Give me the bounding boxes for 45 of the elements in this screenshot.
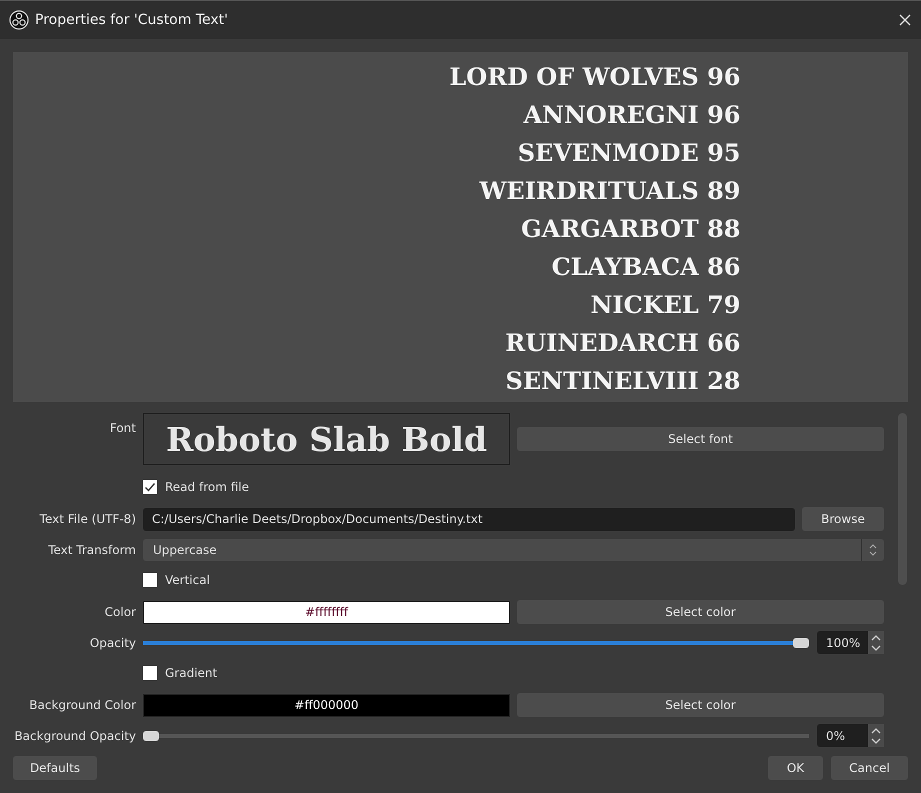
- window-title: Properties for 'Custom Text': [35, 12, 228, 28]
- preview-line: CLAYBACA 86: [552, 251, 740, 283]
- field-label: Background Color: [29, 698, 136, 712]
- checkbox-label: Read from file: [165, 480, 249, 494]
- dropdown[interactable]: Uppercase: [143, 538, 884, 560]
- preview-line: WEIRDRITUALS 89: [479, 175, 740, 207]
- checkbox[interactable]: [143, 666, 157, 680]
- preview-line: RUINEDARCH 66: [505, 327, 740, 359]
- increment-icon[interactable]: [870, 726, 882, 736]
- field-label: Background Opacity: [14, 728, 136, 742]
- preview-line: GARGARBOT 88: [521, 213, 740, 245]
- preview-line: LORD OF WOLVES 96: [449, 61, 740, 93]
- increment-icon[interactable]: [870, 632, 882, 642]
- browse-button[interactable]: Browse: [802, 507, 884, 531]
- percent-spinbox[interactable]: 100%: [817, 631, 884, 654]
- slider-handle[interactable]: [143, 730, 159, 740]
- field-label: Text File (UTF-8): [40, 512, 136, 526]
- slider-handle[interactable]: [793, 638, 809, 648]
- preview-line: SEVENMODE 95: [518, 137, 740, 169]
- checkbox-label: Vertical: [165, 572, 210, 586]
- field-label: Color: [104, 605, 136, 619]
- percent-spinbox[interactable]: 0%: [817, 724, 884, 747]
- preview-line: NICKEL 79: [590, 289, 740, 321]
- decrement-icon[interactable]: [870, 642, 882, 652]
- cancel-button[interactable]: Cancel: [831, 756, 908, 780]
- color-swatch: #ffffffff: [143, 600, 510, 624]
- file-path-field[interactable]: C:/Users/Charlie Deets/Dropbox/Documents/Destiny.txt: [143, 508, 795, 530]
- checkbox-label: Gradient: [165, 666, 218, 680]
- font-preview: Roboto Slab Bold: [143, 413, 510, 465]
- field-label: Opacity: [90, 636, 136, 650]
- select-color-button[interactable]: Select color: [517, 600, 884, 624]
- decrement-icon[interactable]: [870, 736, 882, 746]
- logo-icon: [9, 10, 29, 30]
- preview-line: SENTINELVIII 28: [506, 365, 740, 397]
- select-color-button[interactable]: Select color: [517, 693, 884, 717]
- field-label: Font: [110, 421, 136, 435]
- checkbox[interactable]: [143, 480, 157, 494]
- select-font-button[interactable]: Select font: [517, 427, 884, 451]
- defaults-button[interactable]: Defaults: [13, 756, 97, 780]
- close-icon[interactable]: [899, 14, 911, 26]
- field-label: Text Transform: [48, 542, 136, 556]
- color-swatch: #ff000000: [143, 694, 510, 716]
- preview-line: ANNOREGNI 96: [523, 99, 740, 131]
- ok-button[interactable]: OK: [768, 756, 823, 780]
- checkbox[interactable]: [143, 572, 157, 586]
